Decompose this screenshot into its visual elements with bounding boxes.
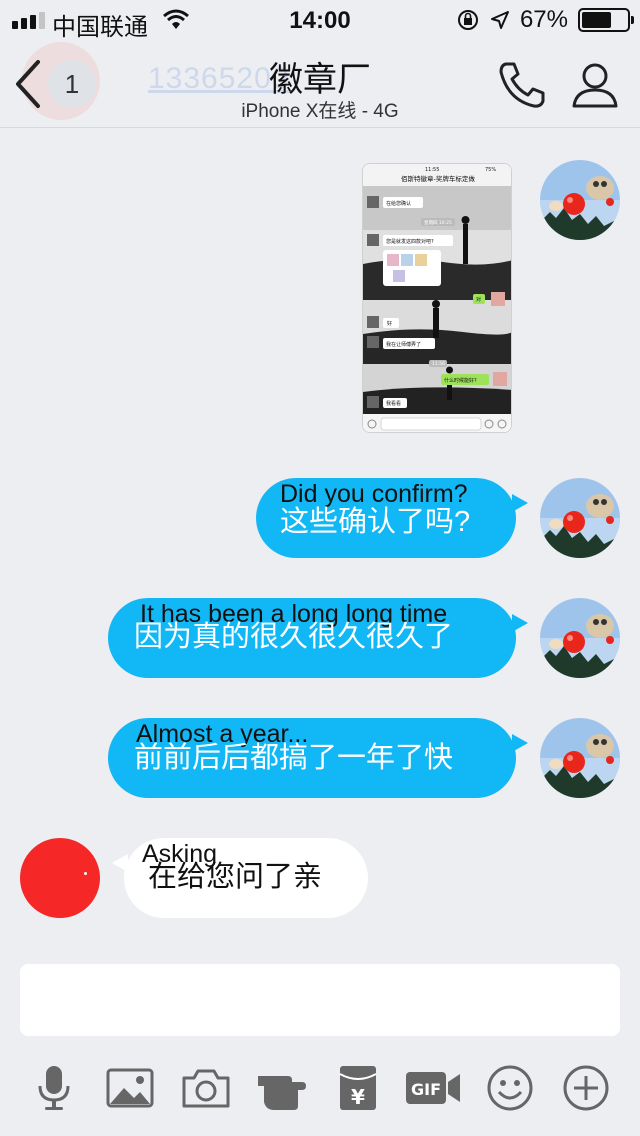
wifi-icon <box>163 9 189 29</box>
shot-line-4: 对 <box>476 296 481 303</box>
phone-icon[interactable] <box>496 60 548 110</box>
message-text: 前前后后都搞了一年了快 <box>134 742 454 774</box>
shot-line-7: 11:56 <box>432 361 445 367</box>
message-bubble-incoming[interactable]: Asking 在给您问了亲 <box>112 838 368 918</box>
battery-icon <box>578 8 634 32</box>
shot-line-1: 在给您确认 <box>386 200 411 207</box>
chat-toolbar: ¥ GIF <box>0 1056 640 1120</box>
emoji-icon[interactable] <box>484 1062 536 1114</box>
shot-line-9: 我看看 <box>386 400 401 407</box>
shot-line-2: 星期四 16:25 <box>424 220 452 226</box>
shot-line-6: 我在让师傅弄了 <box>386 341 421 348</box>
red-packet-symbol: ¥ <box>351 1085 365 1109</box>
status-bar: 中国联通 14:00 67% <box>0 0 640 41</box>
message-caption: Did you confirm? <box>280 480 468 508</box>
contact-avatar[interactable] <box>20 838 100 918</box>
message-bubble-outgoing[interactable]: Did you confirm? 这些确认了吗? <box>256 478 528 558</box>
signal-icon <box>12 12 45 29</box>
gif-icon[interactable]: GIF <box>404 1062 462 1114</box>
my-avatar[interactable] <box>540 598 620 678</box>
my-avatar[interactable] <box>540 718 620 798</box>
my-avatar[interactable] <box>540 478 620 558</box>
shot-line-8: 什么时候能好? <box>444 377 477 384</box>
rotation-lock-icon <box>457 10 478 30</box>
location-arrow-icon <box>490 11 509 29</box>
gif-label: GIF <box>411 1080 441 1099</box>
message-text: 在给您问了亲 <box>148 861 323 893</box>
message-bubble-outgoing[interactable]: Almost a year... 前前后后都搞了一年了快 <box>108 718 528 798</box>
carrier-label: 中国联通 <box>52 14 148 41</box>
poke-hand-icon[interactable] <box>256 1062 308 1114</box>
profile-icon[interactable] <box>570 60 620 110</box>
message-text: 这些确认了吗? <box>280 506 471 538</box>
shot-line-3: 您是就发这四款对吧? <box>386 238 434 245</box>
shot-title: 佰斯特徽章-奖牌车标定做 <box>401 174 475 183</box>
camera-icon[interactable] <box>180 1062 232 1114</box>
chat-header: 13365200 1 徽章厂 iPhone X在线 - 4G <box>0 40 640 128</box>
battery-percent: 67% <box>519 6 568 33</box>
image-message[interactable]: 11:55 75% 佰斯特徽章-奖牌车标定做 在给您确认 星期四 16:25 您… <box>362 163 512 433</box>
red-packet-icon[interactable]: ¥ <box>332 1062 384 1114</box>
shot-line-5: 好 <box>387 320 392 327</box>
my-avatar[interactable] <box>540 160 620 240</box>
message-bubble-outgoing[interactable]: It has been a long long time 因为真的很久很久很久了 <box>108 598 528 678</box>
image-icon[interactable] <box>104 1062 156 1114</box>
message-input[interactable] <box>20 964 620 1036</box>
plus-icon[interactable] <box>560 1062 612 1114</box>
shot-status-battery: 75% <box>485 167 496 173</box>
message-text: 因为真的很久很久很久了 <box>134 621 454 653</box>
shot-status-time: 11:55 <box>425 167 439 173</box>
microphone-icon[interactable] <box>28 1062 80 1114</box>
